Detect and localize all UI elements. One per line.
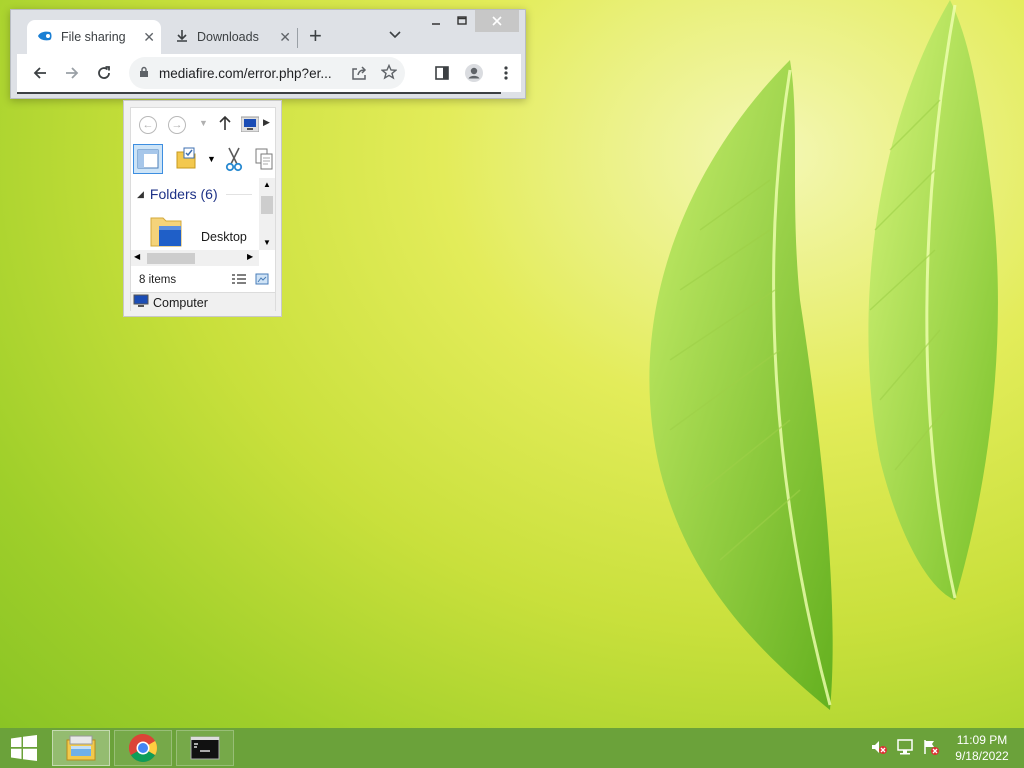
kebab-menu-icon[interactable] [495,62,517,84]
mediafire-icon [37,30,53,45]
vertical-scrollbar[interactable]: ▲ ▼ [259,178,275,250]
details-view-icon[interactable] [231,273,247,288]
close-window-button[interactable] [475,10,519,32]
taskbar-file-explorer[interactable] [52,730,110,766]
horizontal-scrollbar[interactable]: ◀ ▶ [131,250,259,266]
dropdown-arrow-icon[interactable]: ▼ [207,154,216,164]
desktop-folder-label[interactable]: Desktop [201,230,247,244]
profile-avatar-icon[interactable] [463,62,485,84]
chrome-icon [129,734,157,762]
header-divider [225,193,252,195]
tab-title: Downloads [197,30,259,44]
command-prompt-icon [190,736,220,760]
toolbar-divider [17,92,501,94]
close-tab-icon[interactable]: ✕ [143,29,155,46]
copy-icon[interactable] [255,148,273,173]
scroll-left-icon[interactable]: ◀ [134,252,140,261]
explorer-footer: Computer [131,292,275,312]
taskbar: 11:09 PM 9/18/2022 [0,728,1024,768]
reload-icon[interactable] [93,62,115,84]
folders-section-label: Folders (6) [149,186,218,202]
computer-icon [133,294,149,311]
system-tray [870,738,940,758]
scroll-up-icon[interactable]: ▲ [263,180,271,189]
tab-search-chevron-icon[interactable] [389,26,401,42]
tab-file-sharing[interactable]: File sharing a ✕ [27,20,161,54]
clock-date: 9/18/2022 [955,749,1009,763]
explorer-back-icon[interactable]: ← [139,116,157,134]
breadcrumb-chevron-icon[interactable]: ▶ [263,117,270,128]
side-panel-icon[interactable] [431,62,453,84]
scroll-down-icon[interactable]: ▼ [263,238,271,247]
start-button[interactable] [0,728,48,768]
taskbar-command-prompt[interactable] [176,730,234,766]
close-tab-icon[interactable]: ✕ [279,29,291,46]
scroll-right-icon[interactable]: ▶ [247,252,253,261]
explorer-forward-icon[interactable]: → [168,116,186,134]
folders-section-header[interactable]: ◢ Folders (6) [137,186,252,202]
explorer-status-bar: 8 items [131,268,275,292]
collapse-chevron-icon[interactable]: ◢ [137,189,144,200]
cut-scissors-icon[interactable] [225,146,243,175]
footer-location-label: Computer [153,295,208,310]
speaker-muted-icon[interactable] [870,738,888,756]
tab-downloads[interactable]: Downloads ✕ [167,20,297,54]
properties-folder-icon[interactable] [175,146,199,175]
taskbar-chrome[interactable] [114,730,172,766]
clock-time: 11:09 PM [956,733,1008,747]
action-center-flag-icon[interactable] [922,738,940,756]
vertical-scroll-thumb[interactable] [261,196,273,214]
up-arrow-icon[interactable] [219,115,231,134]
recent-chevron-icon[interactable]: ▼ [199,118,208,128]
desktop-folder-icon[interactable] [147,212,187,250]
browser-toolbar: mediafire.com/error.php?er... [17,54,521,92]
layout-pane-button[interactable] [133,144,163,174]
explorer-nav-bar: ← → ▼ ▶ [131,108,275,140]
file-explorer-window: ← → ▼ ▶ ▼ ◢ Folders (6) Desktop ▲ ▼ ◀ ▶ … [123,100,282,317]
minimize-button[interactable] [423,10,449,32]
taskbar-clock[interactable]: 11:09 PM 9/18/2022 [946,732,1018,764]
tab-separator [297,28,298,48]
item-count: 8 items [139,274,177,286]
url-text[interactable]: mediafire.com/error.php?er... [159,66,343,81]
back-arrow-icon[interactable] [29,62,51,84]
tab-title: File sharing a [61,30,129,44]
horizontal-scroll-thumb[interactable] [147,253,195,264]
new-tab-plus-icon[interactable]: + [309,24,322,48]
maximize-button[interactable] [449,10,475,32]
network-icon[interactable] [896,738,914,756]
explorer-pane: ← → ▼ ▶ ▼ ◢ Folders (6) Desktop ▲ ▼ ◀ ▶ … [130,107,276,312]
lock-icon[interactable] [139,66,149,81]
windows-logo-icon [11,735,37,761]
explorer-ribbon: ▼ [131,144,275,174]
explorer-content: ◢ Folders (6) Desktop ▲ ▼ ◀ ▶ [131,178,275,268]
tab-strip: File sharing a ✕ Downloads ✕ + [11,10,525,54]
forward-arrow-icon[interactable] [61,62,83,84]
file-explorer-icon [66,735,96,761]
bookmark-star-icon[interactable] [380,63,398,83]
address-bar[interactable]: mediafire.com/error.php?er... [129,57,405,89]
large-icons-view-icon[interactable] [255,273,269,288]
share-icon[interactable] [351,65,367,84]
chrome-window: File sharing a ✕ Downloads ✕ + mediafire… [10,9,526,99]
download-icon [175,29,189,46]
computer-location-icon[interactable] [240,116,260,135]
